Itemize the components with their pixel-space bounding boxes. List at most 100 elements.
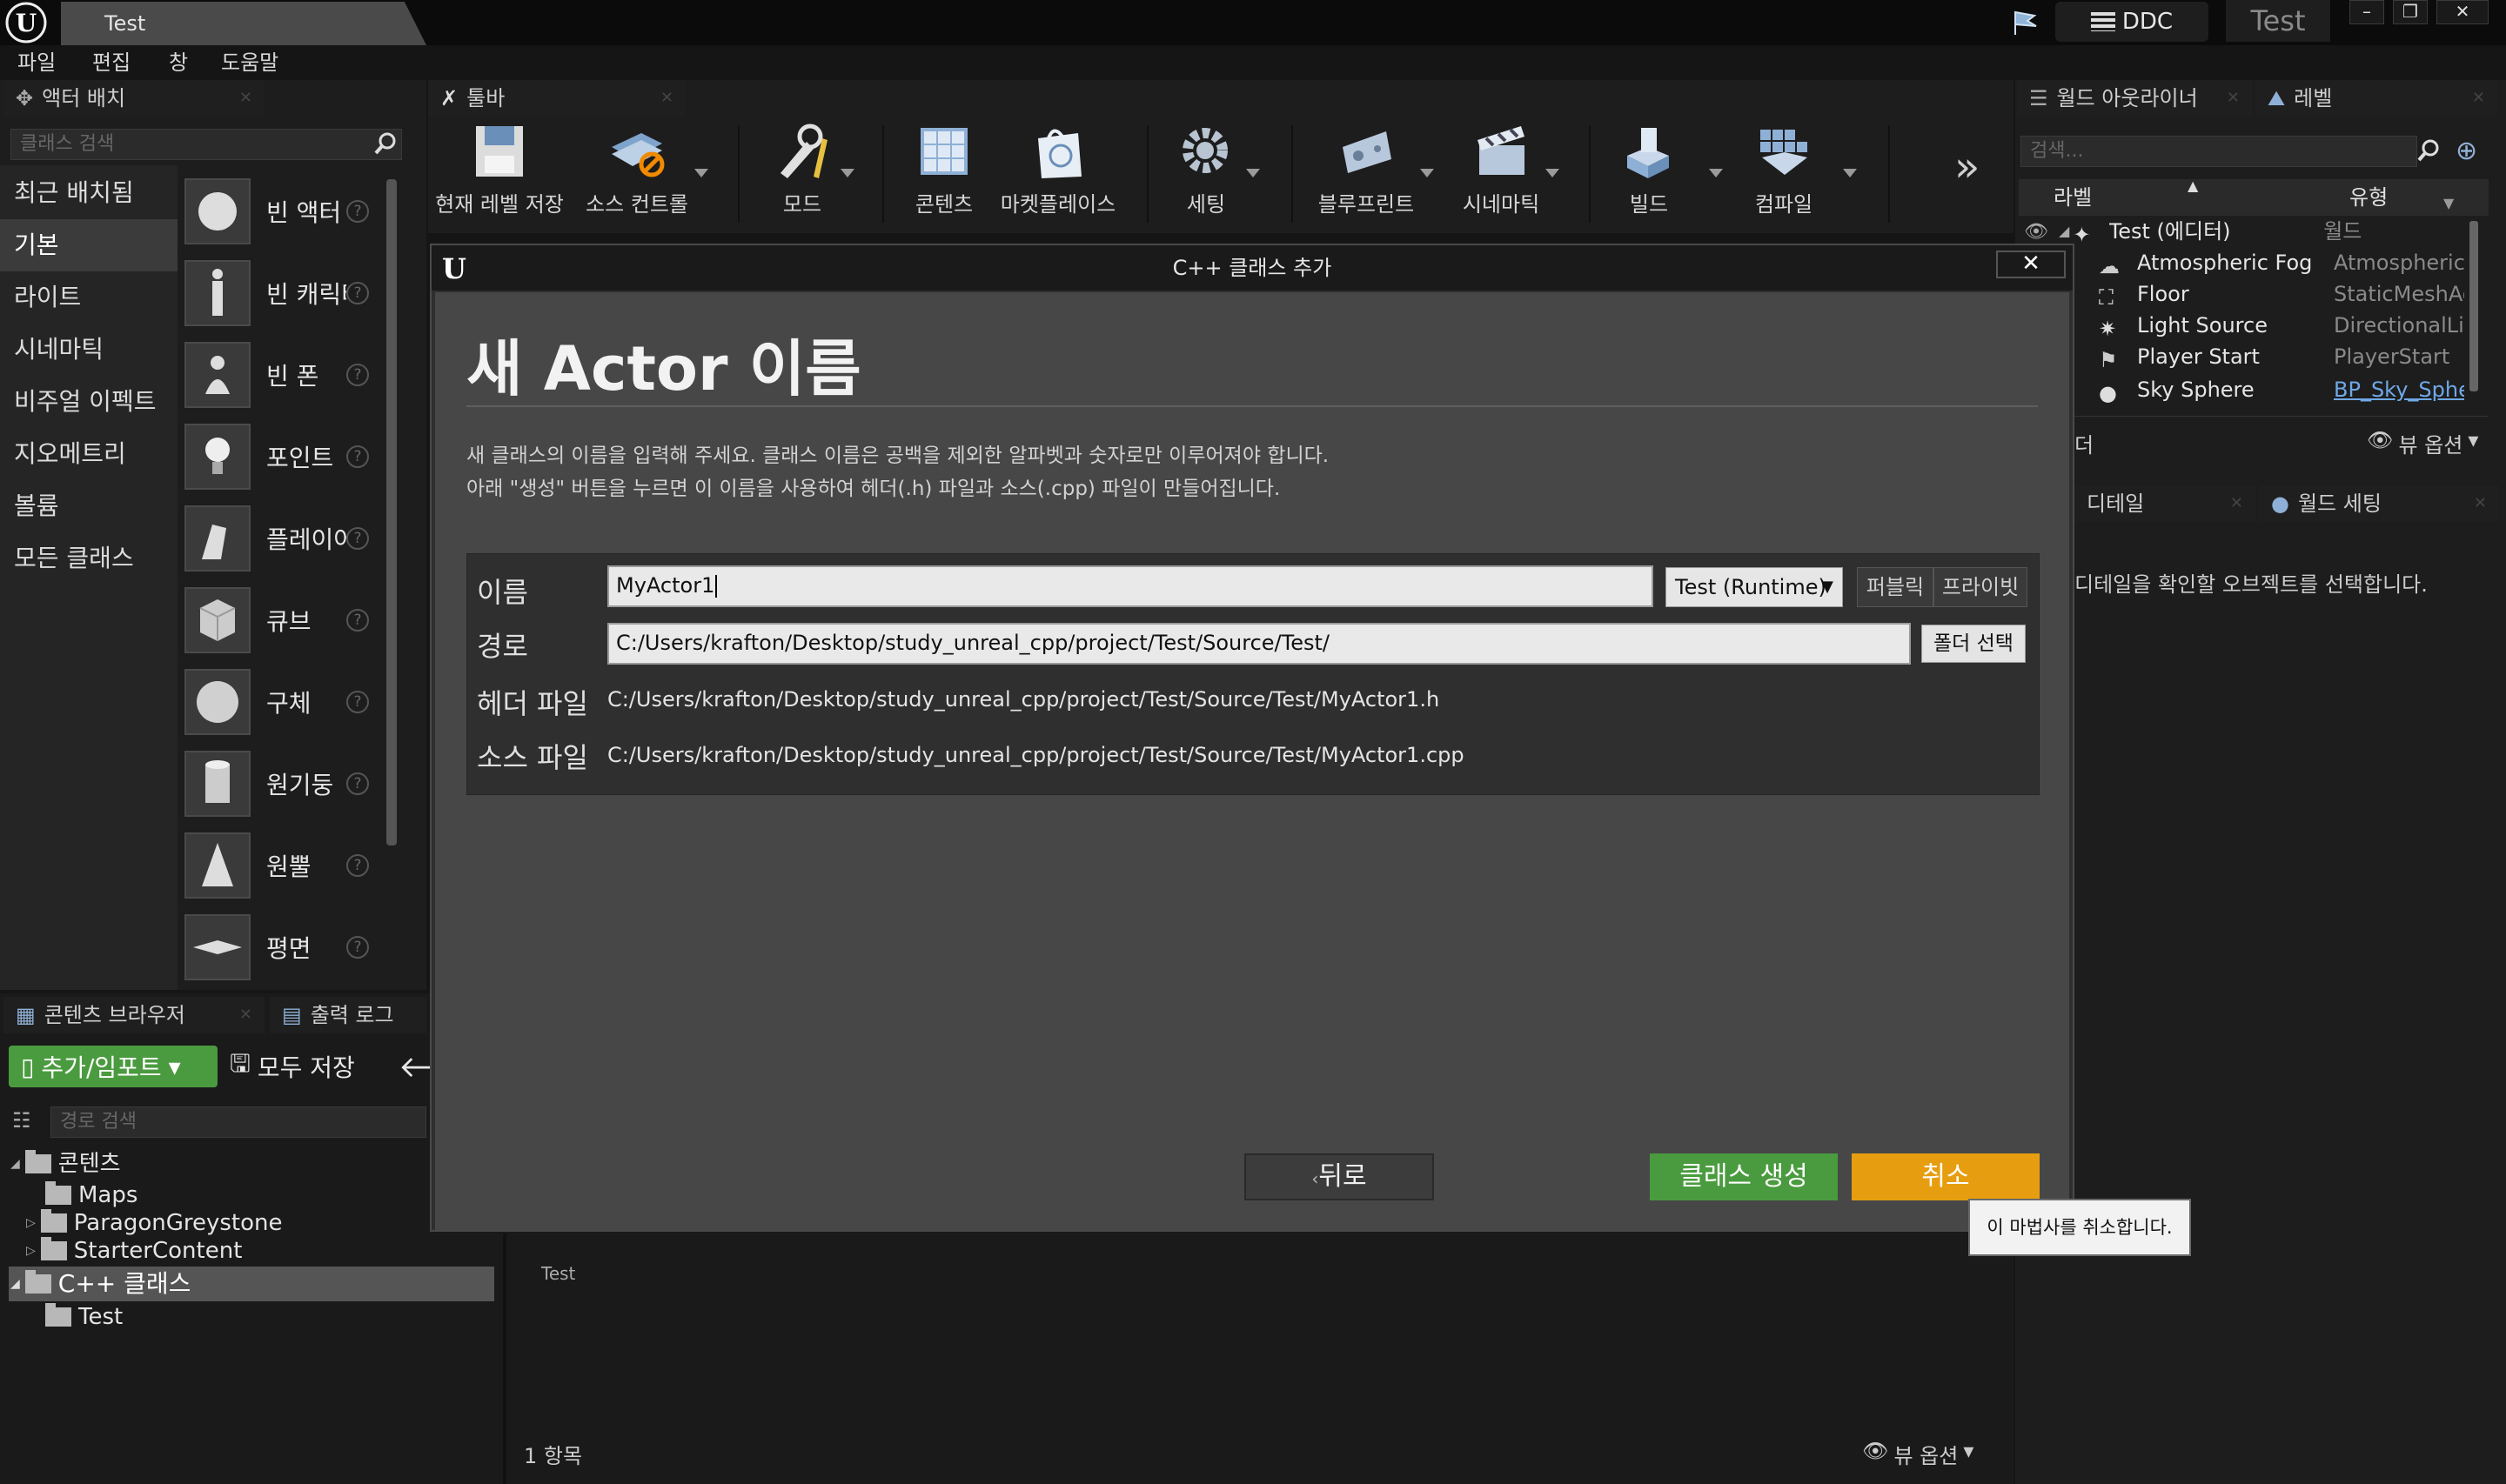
ddc-button[interactable]: DDC bbox=[2055, 2, 2208, 42]
outliner-col-label[interactable]: 라벨 bbox=[2054, 179, 2092, 216]
outliner-col-type[interactable]: 유형 bbox=[2349, 179, 2388, 216]
create-class-button[interactable]: 클래스 생성 bbox=[1650, 1153, 1838, 1200]
class-name-input[interactable]: MyActor1 bbox=[607, 565, 1653, 607]
expand-arrow-icon[interactable]: ▷ bbox=[26, 1237, 36, 1265]
outliner-row-type-link[interactable]: BP_Sky_Sphere bbox=[2334, 374, 2464, 405]
tree-item-cpp-classes[interactable]: ◢ C++ 클래스 bbox=[10, 1270, 191, 1298]
blueprints-dropdown-icon[interactable] bbox=[1420, 169, 1434, 177]
help-icon[interactable]: ? bbox=[346, 936, 369, 959]
source-control-button[interactable]: 소스 컨트롤 bbox=[576, 122, 698, 226]
tab-close-icon[interactable]: ✕ bbox=[2474, 485, 2487, 522]
modes-button[interactable]: 모드 bbox=[750, 122, 854, 226]
cinematics-button[interactable]: 시네마틱 bbox=[1444, 122, 1558, 226]
tree-item-content[interactable]: ◢ 콘텐츠 bbox=[10, 1150, 121, 1178]
cinematics-dropdown-icon[interactable] bbox=[1545, 169, 1559, 177]
actor-item-empty-character[interactable]: 빈 캐릭터 ? bbox=[184, 252, 385, 334]
build-dropdown-icon[interactable] bbox=[1709, 169, 1723, 177]
source-control-dropdown-icon[interactable] bbox=[694, 169, 708, 177]
tab-close-icon[interactable]: ✕ bbox=[660, 80, 673, 117]
help-icon[interactable]: ? bbox=[346, 200, 369, 223]
save-all-button[interactable]: 🖫 모두 저장 bbox=[230, 1047, 355, 1086]
tree-item-starter-content[interactable]: ▷ StarterContent bbox=[26, 1237, 242, 1265]
menu-file[interactable]: 파일 bbox=[17, 45, 56, 80]
tab-content-browser[interactable]: ▦ 콘텐츠 브라우저 ✕ bbox=[3, 997, 265, 1033]
tab-details[interactable]: 디테일 ✕ bbox=[2074, 485, 2255, 522]
outliner-row-sky-sphere[interactable]: ● Sky Sphere BP_Sky_Sphere bbox=[2099, 374, 2482, 405]
category-visual-effects[interactable]: 비주얼 이펙트 bbox=[0, 376, 178, 428]
compile-dropdown-icon[interactable] bbox=[1843, 169, 1857, 177]
build-button[interactable]: 빌드 bbox=[1601, 122, 1697, 226]
private-button[interactable]: 프라이빗 bbox=[1933, 567, 2027, 607]
actor-item-cone[interactable]: 원뿔 ? bbox=[184, 825, 385, 906]
maximize-button[interactable]: ❐ bbox=[2393, 0, 2428, 24]
category-recent[interactable]: 최근 배치됨 bbox=[0, 167, 178, 219]
tab-close-icon[interactable]: ✕ bbox=[239, 997, 252, 1033]
minimize-button[interactable]: – bbox=[2349, 0, 2384, 24]
outliner-scrollbar[interactable] bbox=[2469, 221, 2478, 391]
tab-world-settings[interactable]: ● 월드 세팅 ✕ bbox=[2259, 485, 2499, 522]
type-dropdown-icon[interactable]: ▼ bbox=[2443, 195, 2454, 211]
collapse-arrow-icon[interactable]: ◢ bbox=[10, 1150, 20, 1178]
outliner-row-player-start[interactable]: ⚑ Player Start PlayerStart bbox=[2099, 341, 2482, 372]
tab-world-outliner[interactable]: ☰ 월드 아웃라이너 ✕ bbox=[2017, 80, 2252, 117]
add-import-button[interactable]: ▯ 추가/임포트 ▾ bbox=[9, 1046, 218, 1087]
actor-item-empty-pawn[interactable]: 빈 폰 ? bbox=[184, 334, 385, 416]
content-view-options[interactable]: 👁 뷰 옵션 ▾ bbox=[1862, 1439, 1973, 1469]
help-icon[interactable]: ? bbox=[346, 691, 369, 713]
path-search-input[interactable]: 경로 검색 bbox=[50, 1106, 426, 1138]
collapse-arrow-icon[interactable]: ◢ bbox=[10, 1270, 20, 1298]
visibility-eye-icon[interactable]: 👁 bbox=[2024, 221, 2048, 243]
tab-levels[interactable]: ⛰ 레벨 ✕ bbox=[2255, 80, 2497, 117]
tree-item-maps[interactable]: Maps bbox=[45, 1181, 137, 1209]
menu-help[interactable]: 도움말 bbox=[221, 45, 278, 80]
help-icon[interactable]: ? bbox=[346, 609, 369, 632]
category-cinematic[interactable]: 시네마틱 bbox=[0, 324, 178, 376]
blueprints-button[interactable]: 블루프린트 bbox=[1305, 122, 1427, 226]
collapse-arrow-icon[interactable]: ◢ bbox=[2059, 216, 2069, 247]
help-icon[interactable]: ? bbox=[346, 282, 369, 304]
actor-item-cylinder[interactable]: 원기둥 ? bbox=[184, 743, 385, 825]
content-button[interactable]: 콘텐츠 bbox=[896, 122, 992, 226]
category-volumes[interactable]: 볼륨 bbox=[0, 480, 178, 532]
help-icon[interactable]: ? bbox=[346, 445, 369, 468]
choose-folder-button[interactable]: 폴더 선택 bbox=[1921, 625, 2026, 663]
content-splitter[interactable] bbox=[503, 1233, 506, 1484]
settings-dropdown-icon[interactable] bbox=[1246, 169, 1260, 177]
outliner-row-light-source[interactable]: ✷ Light Source DirectionalLight bbox=[2099, 310, 2482, 341]
help-icon[interactable]: ? bbox=[346, 364, 369, 386]
outliner-row-world[interactable]: ◢ ✦ Test (에디터) 월드 bbox=[2059, 216, 2442, 247]
toolbar-more-icon[interactable]: » bbox=[1954, 143, 1980, 191]
module-select[interactable]: Test (Runtime) ▼ bbox=[1665, 567, 1843, 607]
help-icon[interactable]: ? bbox=[346, 527, 369, 550]
category-lights[interactable]: 라이트 bbox=[0, 271, 178, 324]
menu-edit[interactable]: 편집 bbox=[92, 45, 131, 80]
close-window-button[interactable]: ✕ bbox=[2436, 0, 2489, 24]
tab-close-icon[interactable]: ✕ bbox=[239, 80, 252, 117]
tab-output-log[interactable]: ▤ 출력 로그 bbox=[270, 997, 426, 1033]
category-geometry[interactable]: 지오메트리 bbox=[0, 428, 178, 480]
modes-dropdown-icon[interactable] bbox=[841, 169, 854, 177]
place-actors-scrollbar[interactable] bbox=[386, 179, 397, 846]
outliner-row-floor[interactable]: ⛶ Floor StaticMeshActor bbox=[2099, 278, 2482, 310]
tab-toolbar[interactable]: ✗ 툴바 ✕ bbox=[428, 80, 686, 117]
public-button[interactable]: 퍼블릭 bbox=[1857, 567, 1933, 607]
menu-window[interactable]: 창 bbox=[169, 45, 188, 80]
help-icon[interactable]: ? bbox=[346, 854, 369, 877]
sources-toggle-icon[interactable]: ☷ bbox=[12, 1108, 31, 1133]
tab-close-icon[interactable]: ✕ bbox=[2227, 80, 2240, 117]
path-input[interactable]: C:/Users/krafton/Desktop/study_unreal_cp… bbox=[607, 623, 1911, 665]
actor-item-plane[interactable]: 평면 ? bbox=[184, 906, 385, 988]
actor-item-player-start[interactable]: 플레이어 ? bbox=[184, 498, 385, 579]
class-search-input[interactable]: 클래스 검색 bbox=[10, 129, 402, 160]
help-icon[interactable]: ? bbox=[346, 772, 369, 795]
compile-button[interactable]: 컴파일 bbox=[1732, 122, 1836, 226]
dialog-close-button[interactable]: ✕ bbox=[1996, 251, 2066, 278]
unreal-logo-icon[interactable]: U bbox=[5, 2, 47, 43]
category-all-classes[interactable]: 모든 클래스 bbox=[0, 532, 178, 585]
tree-item-paragon[interactable]: ▷ ParagonGreystone bbox=[26, 1209, 283, 1237]
outliner-view-options[interactable]: 👁 뷰 옵션 ▾ bbox=[2367, 428, 2478, 458]
settings-button[interactable]: 세팅 bbox=[1163, 122, 1250, 226]
add-filter-icon[interactable]: ⊕ bbox=[2456, 136, 2485, 166]
marketplace-button[interactable]: 마켓플레이스 bbox=[997, 122, 1119, 226]
actor-item-cube[interactable]: 큐브 ? bbox=[184, 579, 385, 661]
